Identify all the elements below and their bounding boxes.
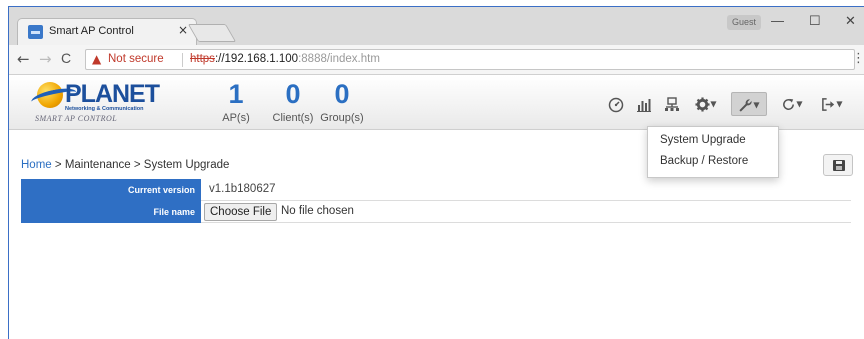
minimize-button[interactable]: — bbox=[771, 13, 784, 28]
no-file-chosen-text: No file chosen bbox=[281, 205, 354, 217]
logout-icon bbox=[822, 98, 835, 111]
refresh-icon bbox=[783, 98, 795, 110]
current-version-row: Current version v1.1b180627 bbox=[21, 179, 851, 201]
tab-close-icon[interactable]: × bbox=[178, 23, 188, 37]
logo-tagline: Networking & Communication bbox=[65, 106, 144, 112]
reload-button[interactable]: C bbox=[61, 50, 71, 66]
breadcrumb-home-link[interactable]: Home bbox=[21, 159, 52, 171]
breadcrumb-current: System Upgrade bbox=[143, 159, 230, 171]
maintenance-dropdown-menu: System Upgrade Backup / Restore bbox=[647, 126, 779, 178]
app-header: PLANET Networking & Communication SMART … bbox=[9, 76, 864, 130]
tab-title: Smart AP Control bbox=[49, 25, 134, 37]
chevron-down-icon: ▼ bbox=[710, 99, 717, 109]
network-button[interactable] bbox=[661, 92, 683, 116]
logo-product: SMART AP CONTROL bbox=[35, 114, 118, 123]
group-count-label: Group(s) bbox=[320, 112, 364, 124]
url-host: ://192.168.1.100 bbox=[214, 53, 299, 65]
client-count: 0 Client(s) bbox=[265, 80, 321, 124]
omnibox-divider bbox=[182, 53, 183, 67]
url-scheme: https bbox=[190, 53, 215, 65]
client-count-value: 0 bbox=[285, 79, 301, 109]
browser-title-bar: Smart AP Control × Guest — ☐ ✕ bbox=[9, 7, 864, 45]
breadcrumb-separator: > bbox=[54, 159, 62, 171]
file-name-row: File name Choose File No file chosen bbox=[21, 201, 851, 223]
breadcrumb-separator: > bbox=[133, 159, 141, 171]
group-count: 0 Group(s) bbox=[317, 80, 367, 124]
gear-icon bbox=[695, 97, 710, 112]
browser-window: Smart AP Control × Guest — ☐ ✕ ← → C ▲ N… bbox=[8, 6, 864, 339]
logo-brand: PLANET bbox=[65, 80, 160, 108]
dashboard-button[interactable] bbox=[605, 92, 627, 116]
browser-menu-icon[interactable]: ⋮ bbox=[852, 51, 864, 66]
reboot-menu-button[interactable]: ▼ bbox=[775, 92, 809, 116]
maintenance-menu-button[interactable]: ▼ bbox=[731, 92, 767, 116]
ap-count: 1 AP(s) bbox=[221, 80, 251, 124]
menu-item-system-upgrade[interactable]: System Upgrade bbox=[660, 134, 746, 146]
ap-count-label: AP(s) bbox=[222, 112, 250, 124]
favicon-icon bbox=[28, 25, 43, 39]
not-secure-label[interactable]: Not secure bbox=[108, 53, 164, 65]
breadcrumb: Home > Maintenance > System Upgrade bbox=[21, 159, 229, 171]
settings-menu-button[interactable]: ▼ bbox=[689, 92, 723, 116]
bar-chart-icon bbox=[637, 98, 651, 112]
chevron-down-icon: ▼ bbox=[796, 99, 803, 109]
statistics-button[interactable] bbox=[633, 92, 655, 116]
dashboard-icon bbox=[608, 97, 624, 112]
group-count-value: 0 bbox=[334, 79, 350, 109]
choose-file-button[interactable]: Choose File bbox=[204, 203, 278, 221]
guest-profile-badge[interactable]: Guest bbox=[727, 15, 761, 30]
back-button[interactable]: ← bbox=[17, 50, 30, 68]
close-window-button[interactable]: ✕ bbox=[845, 13, 856, 29]
maximize-button[interactable]: ☐ bbox=[809, 13, 821, 29]
current-version-label: Current version bbox=[21, 179, 201, 201]
save-button[interactable] bbox=[823, 154, 853, 176]
network-icon bbox=[665, 96, 679, 111]
forward-button[interactable]: → bbox=[39, 50, 52, 68]
logout-menu-button[interactable]: ▼ bbox=[815, 92, 849, 116]
floppy-disk-icon bbox=[833, 160, 845, 171]
chevron-down-icon: ▼ bbox=[753, 100, 760, 110]
menu-item-backup-restore[interactable]: Backup / Restore bbox=[660, 155, 748, 167]
client-count-label: Client(s) bbox=[272, 112, 314, 124]
chevron-down-icon: ▼ bbox=[836, 99, 843, 109]
current-version-value: v1.1b180627 bbox=[209, 183, 276, 195]
warning-icon: ▲ bbox=[92, 52, 102, 66]
ap-count-value: 1 bbox=[228, 79, 244, 109]
wrench-icon bbox=[739, 99, 753, 112]
upgrade-form: Current version v1.1b180627 File name Ch… bbox=[21, 179, 851, 223]
planet-logo: PLANET Networking & Communication SMART … bbox=[30, 80, 161, 126]
browser-tab[interactable]: Smart AP Control × bbox=[17, 18, 197, 45]
url-path: :8888/index.htm bbox=[298, 53, 380, 65]
address-bar-row: ← → C ▲ Not secure https://192.168.1.100… bbox=[9, 45, 864, 75]
url-text: https://192.168.1.100:8888/index.htm bbox=[190, 53, 380, 65]
file-name-label: File name bbox=[21, 201, 201, 223]
url-input[interactable]: ▲ Not secure https://192.168.1.100:8888/… bbox=[85, 49, 855, 70]
breadcrumb-section: Maintenance bbox=[64, 159, 131, 171]
